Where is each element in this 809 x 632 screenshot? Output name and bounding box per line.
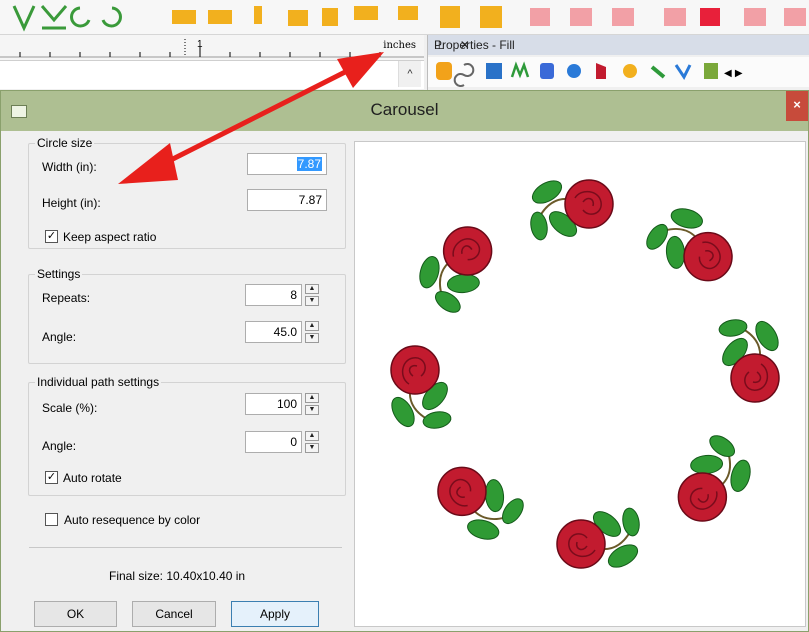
height-label: Height (in):: [42, 196, 101, 210]
scroll-up-arrow-icon[interactable]: ^: [398, 61, 421, 87]
rose-motif: [530, 179, 614, 241]
settings-angle-stepper[interactable]: ▲ ▼: [305, 321, 319, 343]
rose-wreath-preview: [390, 179, 780, 569]
path-angle-field[interactable]: 0: [245, 431, 302, 453]
carousel-preview: [354, 141, 806, 627]
toolbar-icons: [12, 5, 806, 32]
rose-motif: [646, 208, 733, 282]
rose-motif: [677, 435, 751, 522]
ok-button[interactable]: OK: [34, 601, 117, 627]
keep-aspect-label: Keep aspect ratio: [63, 230, 157, 244]
close-button[interactable]: ×: [786, 91, 808, 121]
cancel-button[interactable]: Cancel: [132, 601, 216, 627]
path-angle-stepper[interactable]: ▲ ▼: [305, 431, 319, 453]
keep-aspect-checkbox[interactable]: ✓: [45, 230, 58, 243]
scale-label: Scale (%):: [42, 401, 98, 415]
panel-pin-close-icon[interactable]: ⊥ ✕: [434, 38, 804, 52]
carousel-dialog: Carousel × Circle size Width (in): 7.87 …: [0, 90, 809, 632]
auto-resequence-checkbox[interactable]: [45, 513, 58, 526]
final-size-text: Final size: 10.40x10.40 in: [109, 569, 246, 583]
settings-angle-field[interactable]: 45.0: [245, 321, 302, 343]
width-field[interactable]: 7.87: [247, 153, 327, 175]
rose-motif: [437, 466, 524, 540]
dialog-titlebar[interactable]: Carousel ×: [1, 91, 808, 131]
fill-type-icons: ◀ ▶: [428, 57, 809, 87]
fill-icons-strip[interactable]: ◀ ▶: [428, 57, 809, 87]
rose-motif: [390, 345, 452, 429]
rose-motif: [419, 226, 493, 313]
scale-field[interactable]: 100: [245, 393, 302, 415]
width-value: 7.87: [296, 157, 322, 171]
circle-size-group-title: Circle size: [35, 136, 95, 150]
path-angle-label: Angle:: [42, 439, 77, 453]
individual-path-group-title: Individual path settings: [35, 375, 162, 389]
repeats-label: Repeats:: [42, 291, 91, 305]
height-field[interactable]: 7.87: [247, 189, 327, 211]
settings-angle-label: Angle:: [42, 330, 77, 344]
apply-button[interactable]: Apply: [231, 601, 319, 627]
scale-stepper[interactable]: ▲ ▼: [305, 393, 319, 415]
rose-motif: [556, 507, 640, 569]
dialog-title: Carousel: [370, 100, 439, 119]
toolbar: [0, 0, 809, 35]
auto-rotate-checkbox[interactable]: ✓: [45, 471, 58, 484]
ruler-ticks: [0, 39, 424, 58]
width-label: Width (in):: [42, 160, 97, 174]
repeats-stepper[interactable]: ▲ ▼: [305, 284, 319, 306]
properties-panel: Properties - Fill ⊥ ✕ ◀ ▶: [427, 35, 809, 91]
svg-text:◀ ▶: ◀ ▶: [724, 68, 743, 79]
settings-group-title: Settings: [35, 267, 83, 281]
design-canvas[interactable]: [0, 61, 424, 89]
auto-rotate-label: Auto rotate: [63, 471, 122, 485]
horizontal-ruler: 1 inches: [0, 35, 424, 61]
repeats-field[interactable]: 8: [245, 284, 302, 306]
auto-resequence-label: Auto resequence by color: [64, 513, 201, 527]
properties-panel-header: Properties - Fill ⊥ ✕: [428, 35, 809, 55]
divider: [29, 547, 342, 548]
rose-motif: [718, 319, 780, 403]
align-icons[interactable]: [12, 5, 806, 32]
ruler-tick-label: 1: [197, 39, 203, 50]
ruler-units-label[interactable]: inches: [383, 40, 416, 51]
